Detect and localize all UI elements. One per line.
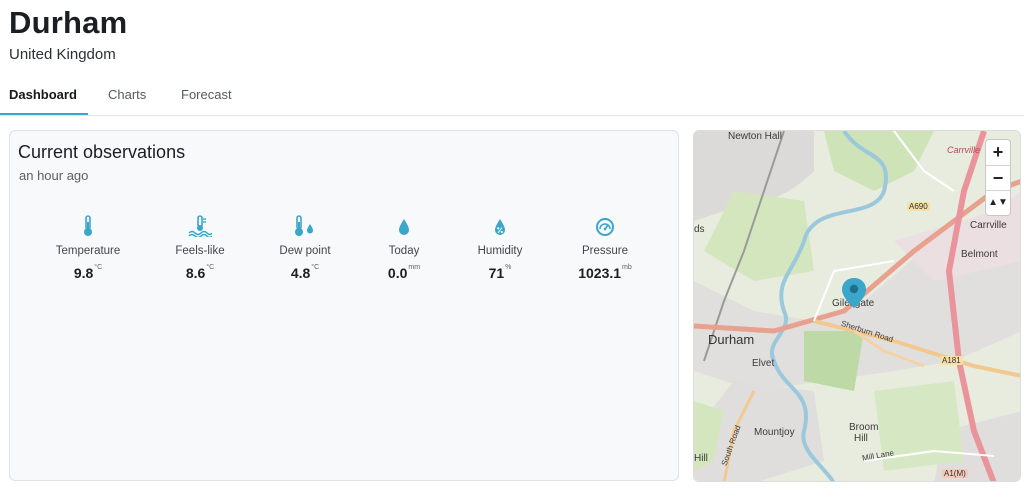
observations-updated: an hour ago: [19, 168, 89, 183]
map-label-elvet: Elvet: [752, 358, 775, 369]
dew-point-icon: [250, 211, 360, 237]
tab-bar: Dashboard Charts Forecast: [0, 80, 1024, 116]
metric-dew-point: Dew point 4.8°C: [250, 211, 360, 281]
metric-value: 71%: [488, 264, 512, 281]
observations-title: Current observations: [18, 142, 186, 162]
metric-feels-like: Feels-like 8.6°C: [145, 211, 255, 281]
metric-label: Humidity: [477, 245, 523, 257]
metric-value: 4.8°C: [290, 264, 320, 281]
tab-dashboard[interactable]: Dashboard: [9, 87, 77, 102]
metric-temperature: Temperature 9.8°C: [33, 211, 143, 281]
active-tab-indicator: [0, 113, 88, 115]
tab-charts[interactable]: Charts: [108, 87, 146, 102]
metric-label: Temperature: [55, 245, 121, 257]
map-label-carrville-top: Carrville: [947, 145, 981, 155]
city-name: Durham: [9, 5, 128, 40]
gauge-icon: [550, 211, 660, 237]
map-label-a181: A181: [940, 356, 963, 365]
map-label-ds: ds: [694, 224, 705, 235]
location-header: Durham United Kingdom: [9, 4, 127, 63]
location-marker-icon[interactable]: [841, 277, 867, 309]
metric-value: 0.0mm: [387, 264, 421, 281]
map-label-mountjoy: Mountjoy: [754, 427, 795, 438]
raindrop-icon: [349, 211, 459, 237]
metric-pressure: Pressure 1023.1mb: [550, 211, 660, 281]
compass-icon[interactable]: ▲▼: [986, 190, 1010, 215]
map-label-a1m: A1(M): [942, 469, 968, 478]
metric-label: Dew point: [279, 245, 331, 257]
map-label-belmont: Belmont: [961, 249, 998, 260]
thermometer-icon: [33, 211, 143, 237]
map-zoom-controls: + − ▲▼: [985, 139, 1011, 216]
humidity-icon: [445, 211, 555, 237]
metric-label: Pressure: [581, 245, 629, 257]
map-label-carrville: Carrville: [970, 220, 1007, 231]
location-map[interactable]: Newton Hall Carrville A690 ds Carrville …: [693, 130, 1021, 482]
metric-humidity: Humidity 71%: [445, 211, 555, 281]
current-observations-card: Current observations an hour ago Tempera…: [9, 130, 679, 481]
map-label-broom: Broom: [849, 422, 879, 433]
metric-label: Feels-like: [175, 245, 225, 257]
metric-value: 8.6°C: [185, 264, 215, 281]
metric-label: Today: [388, 245, 420, 257]
country-name: United Kingdom: [9, 46, 116, 63]
map-label-a690: A690: [907, 202, 930, 211]
map-label-durham: Durham: [708, 332, 755, 347]
zoom-in-button[interactable]: +: [986, 140, 1010, 165]
metric-value: 1023.1mb: [578, 264, 632, 281]
map-label-newton-hall: Newton Hall: [728, 131, 782, 142]
tab-forecast[interactable]: Forecast: [181, 87, 232, 102]
zoom-out-button[interactable]: −: [986, 165, 1010, 190]
metric-today-rain: Today 0.0mm: [349, 211, 459, 281]
metric-value: 9.8°C: [73, 264, 103, 281]
map-label-hill-left: Hill: [694, 453, 708, 464]
feels-like-icon: [145, 211, 255, 237]
map-label-hill: Hill: [854, 433, 868, 444]
